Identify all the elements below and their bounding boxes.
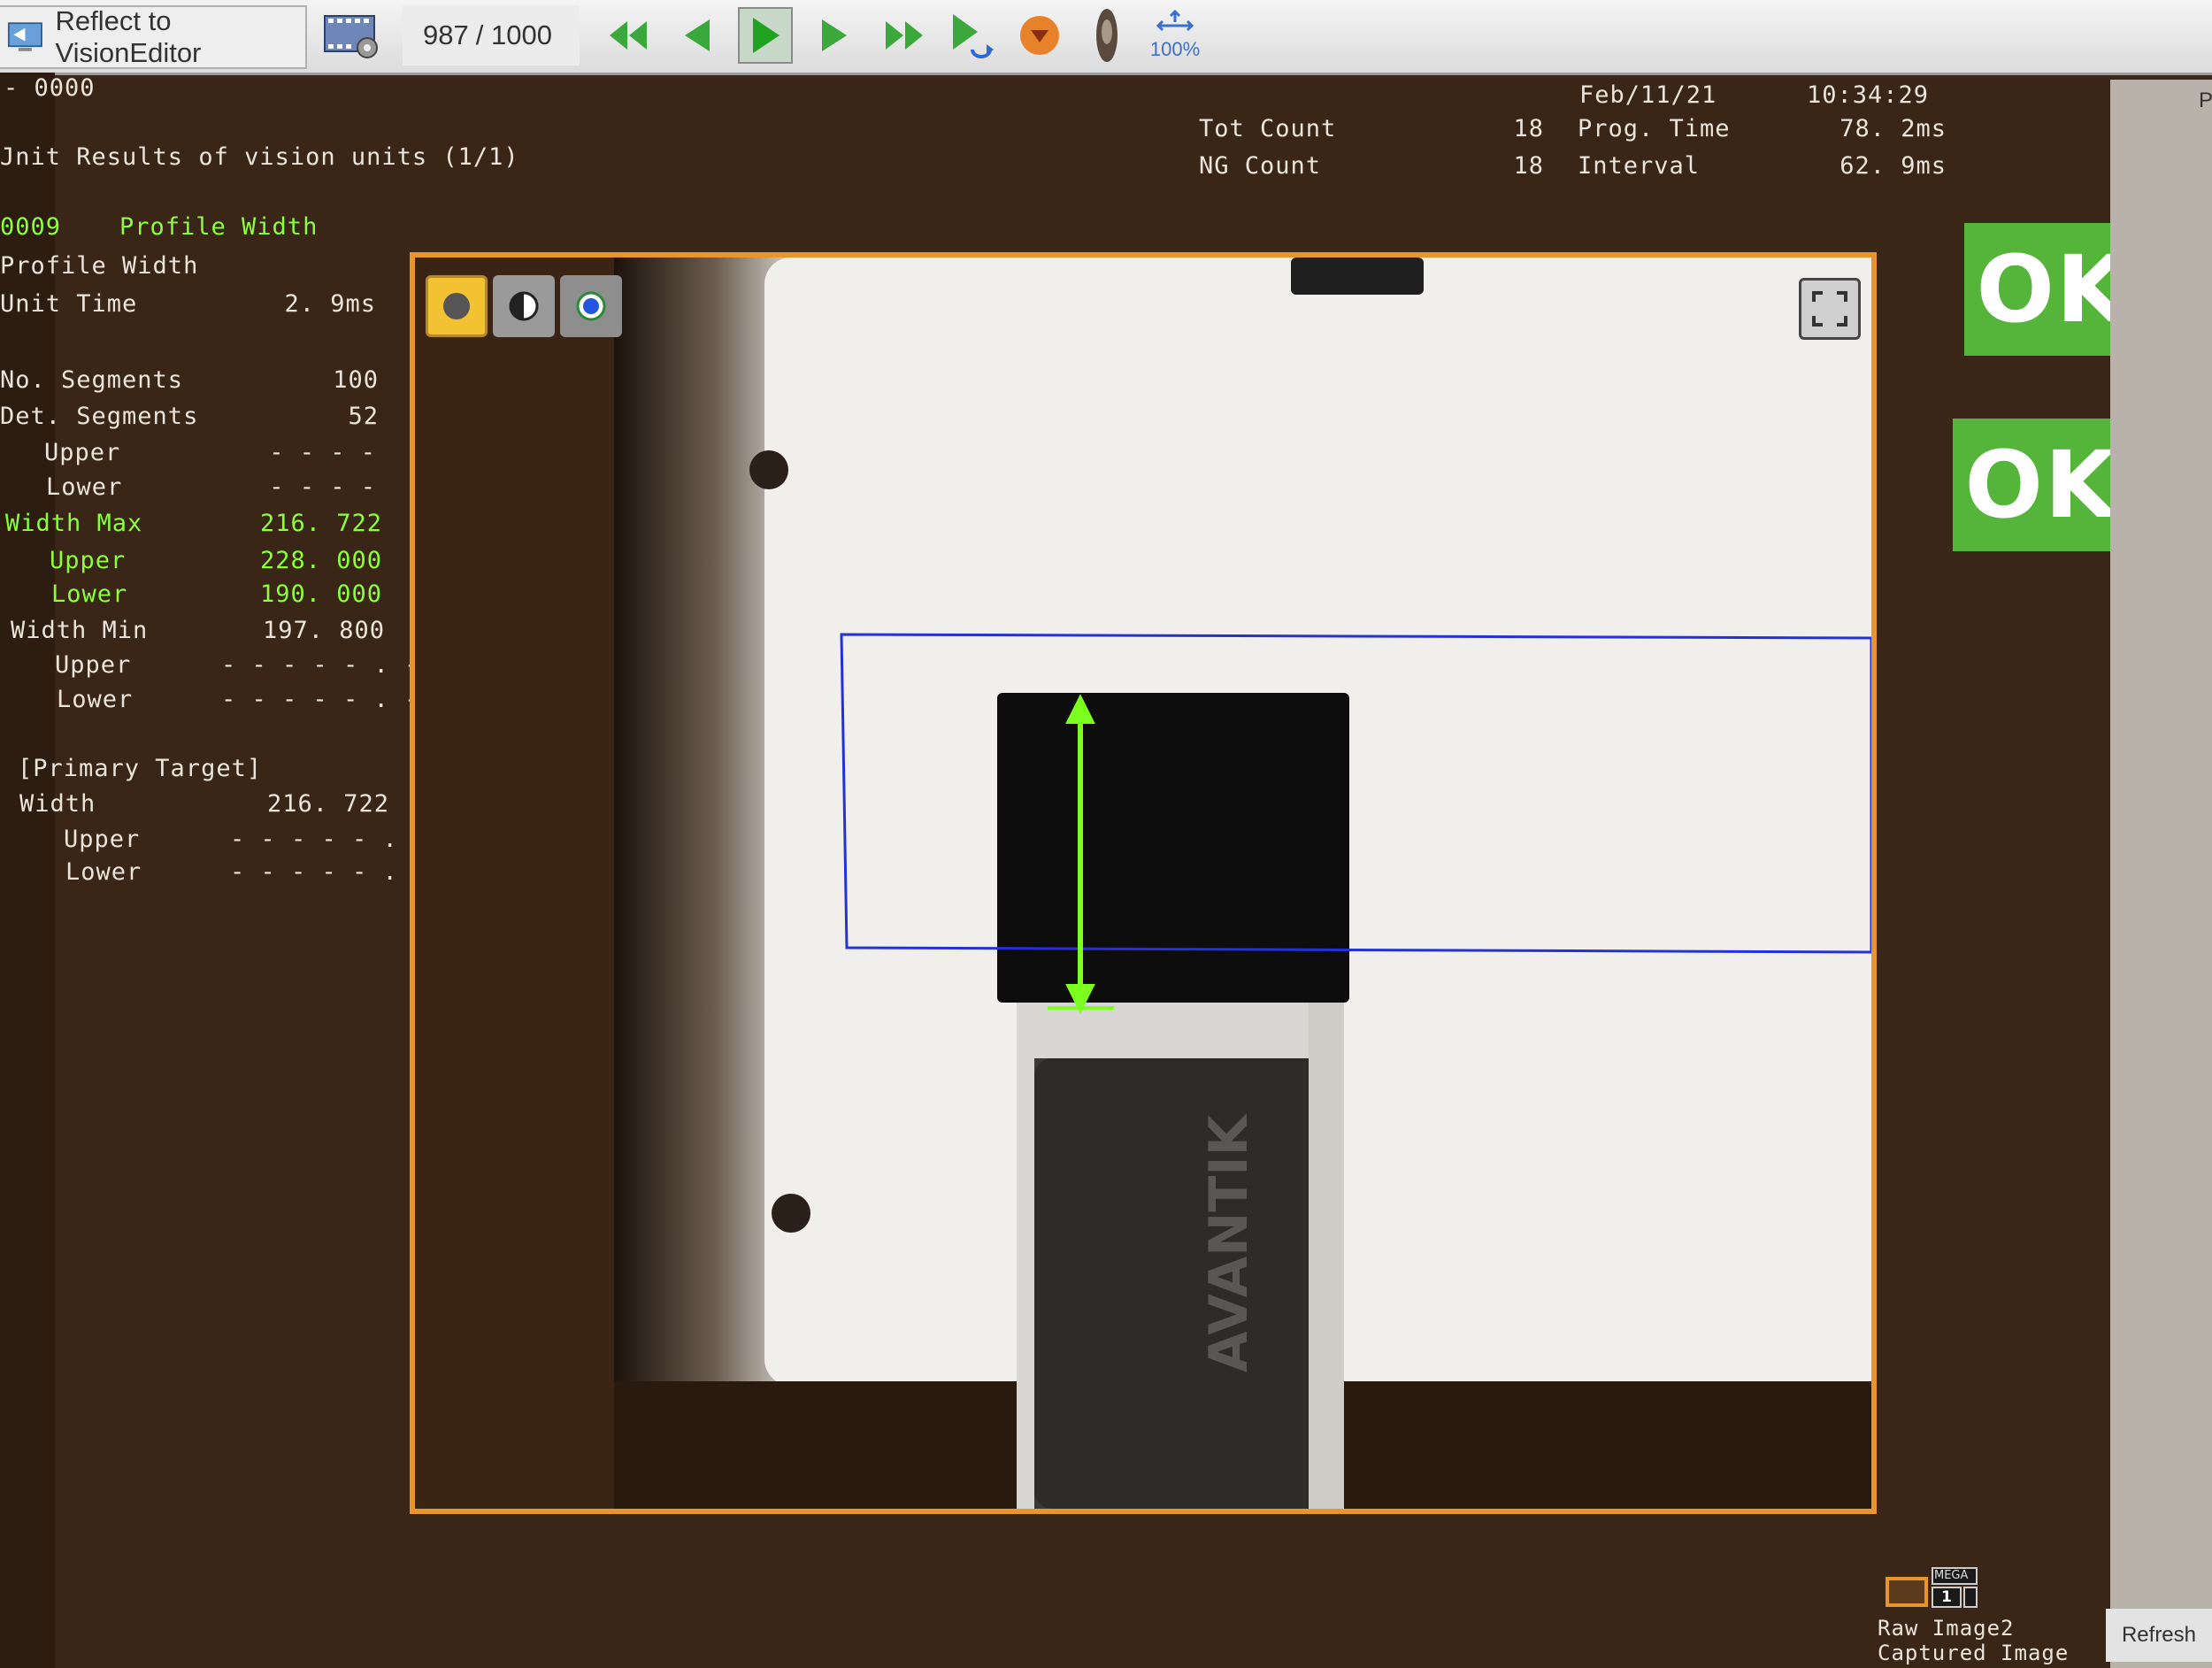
width-max-upper-value: 228. 000 xyxy=(259,547,382,574)
date: Feb/11/21 xyxy=(1579,81,1717,109)
toolbar: Reflect to VisionEditor 987 / 1000 100% xyxy=(0,0,2212,75)
back-arrow-icon xyxy=(685,19,710,51)
segments-lower-label: Lower xyxy=(46,473,123,501)
width-min-lower-value: - - - - - . - - - xyxy=(221,686,481,713)
width-max-lower-value: 190. 000 xyxy=(259,580,382,608)
time: 10:34:29 xyxy=(1807,81,1930,109)
primary-upper-value: - - - - - . - - - xyxy=(230,826,490,853)
down-arrow-icon xyxy=(1031,30,1048,42)
primary-target-label: [Primary Target] xyxy=(18,755,263,782)
unit-name: Profile Width xyxy=(0,252,199,280)
segments-upper-value: - - - - xyxy=(269,439,376,466)
bottle-brand-text: AVANTIK xyxy=(1198,1112,1260,1372)
unit-id: 0009 xyxy=(0,213,62,241)
loop-play-button[interactable] xyxy=(943,5,1002,65)
expand-icon xyxy=(1812,291,1847,327)
refresh-button[interactable]: Refresh xyxy=(2106,1609,2212,1662)
image-select-icon[interactable]: MEGA 1 xyxy=(1885,1566,1982,1610)
frame-current: 987 xyxy=(423,19,469,50)
forward-arrow-icon xyxy=(822,19,847,51)
view-mode-binary-button[interactable] xyxy=(493,275,555,337)
primary-width-label: Width xyxy=(19,790,96,818)
camera-lens-icon xyxy=(1096,9,1118,62)
tot-count-label: Tot Count xyxy=(1199,115,1337,142)
prog-time-value: 78. 2ms xyxy=(1839,115,1947,142)
fullscreen-button[interactable] xyxy=(1799,278,1861,340)
unit-time-label: Unit Time xyxy=(0,290,138,318)
primary-width-value: 216. 722 xyxy=(266,790,389,818)
frame-counter[interactable]: 987 / 1000 xyxy=(403,5,580,65)
width-min-upper-label: Upper xyxy=(55,651,132,679)
segments-upper-label: Upper xyxy=(44,439,121,466)
segments-lower-value: - - - - xyxy=(269,473,376,501)
gray-circle-icon xyxy=(443,293,470,319)
play-button[interactable] xyxy=(736,5,795,65)
no-segments-value: 100 xyxy=(333,366,379,394)
previous-frame-button[interactable] xyxy=(668,5,726,65)
view-mode-gray-button[interactable] xyxy=(426,275,488,337)
first-frame-button[interactable] xyxy=(600,5,658,65)
width-max-lower-label: Lower xyxy=(51,580,128,608)
interval-value: 62. 9ms xyxy=(1839,152,1947,180)
interval-label: Interval xyxy=(1578,152,1701,180)
det-segments-value: 52 xyxy=(348,403,379,430)
zoom-label: 100% xyxy=(1149,38,1201,60)
half-circle-icon xyxy=(509,291,539,321)
captured-image: AVANTIK xyxy=(415,258,1871,1509)
next-frame-button[interactable] xyxy=(805,5,864,65)
fit-arrows-icon xyxy=(1156,10,1194,32)
prog-time-label: Prog. Time xyxy=(1578,115,1731,142)
capture-button[interactable] xyxy=(1078,5,1136,65)
image-type: Captured Image xyxy=(1878,1641,2070,1665)
target-circle-icon xyxy=(576,291,606,321)
right-panel: P xyxy=(2110,80,2212,1668)
ng-count-label: NG Count xyxy=(1199,152,1322,180)
film-gear-icon xyxy=(324,15,378,58)
fit-zoom-button[interactable]: 100% xyxy=(1141,5,1209,65)
width-min-upper-value: - - - - - . - - - xyxy=(221,651,481,679)
results-title: Jnit Results of vision units (1/1) xyxy=(0,143,519,171)
play-icon xyxy=(753,18,780,53)
ok-result-badge-2: OK xyxy=(1953,419,2130,551)
rewind-icon xyxy=(610,21,647,50)
tot-count-value: 18 xyxy=(1513,115,1544,142)
image-index: 1 xyxy=(1941,1588,1952,1606)
width-max-upper-label: Upper xyxy=(50,547,127,574)
unit-code: - 0000 xyxy=(4,74,96,102)
view-mode-color-button[interactable] xyxy=(560,275,622,337)
mega-badge: MEGA xyxy=(1934,1569,1969,1582)
primary-lower-value: - - - - - . - - - xyxy=(230,858,490,886)
camera-image-frame[interactable]: AVANTIK xyxy=(410,252,1877,1514)
stop-button[interactable] xyxy=(1010,5,1069,65)
image-name: Raw Image2 xyxy=(1878,1616,2015,1641)
fast-forward-icon xyxy=(886,21,923,50)
reflect-icon xyxy=(7,22,42,51)
frame-total: / 1000 xyxy=(475,19,552,50)
simulation-settings-button[interactable] xyxy=(320,5,384,65)
width-max-label: Width Max xyxy=(5,510,143,537)
right-panel-letter: P xyxy=(2199,88,2212,112)
no-segments-label: No. Segments xyxy=(0,366,184,394)
last-frame-button[interactable] xyxy=(874,5,933,65)
reflect-label: Reflect to VisionEditor xyxy=(55,5,202,68)
reflect-to-visioneditor-button[interactable]: Reflect to VisionEditor xyxy=(0,5,307,69)
unit-time-value: 2. 9ms xyxy=(284,290,376,318)
primary-lower-label: Lower xyxy=(65,858,142,886)
primary-upper-label: Upper xyxy=(64,826,141,853)
width-min-lower-label: Lower xyxy=(57,686,134,713)
det-segments-label: Det. Segments xyxy=(0,403,199,430)
ng-count-value: 18 xyxy=(1513,152,1544,180)
width-min-label: Width Min xyxy=(11,617,149,644)
loop-play-icon xyxy=(953,14,994,58)
width-max-value: 216. 722 xyxy=(259,510,382,537)
unit-title: Profile Width xyxy=(119,213,319,241)
width-min-value: 197. 800 xyxy=(262,617,385,644)
